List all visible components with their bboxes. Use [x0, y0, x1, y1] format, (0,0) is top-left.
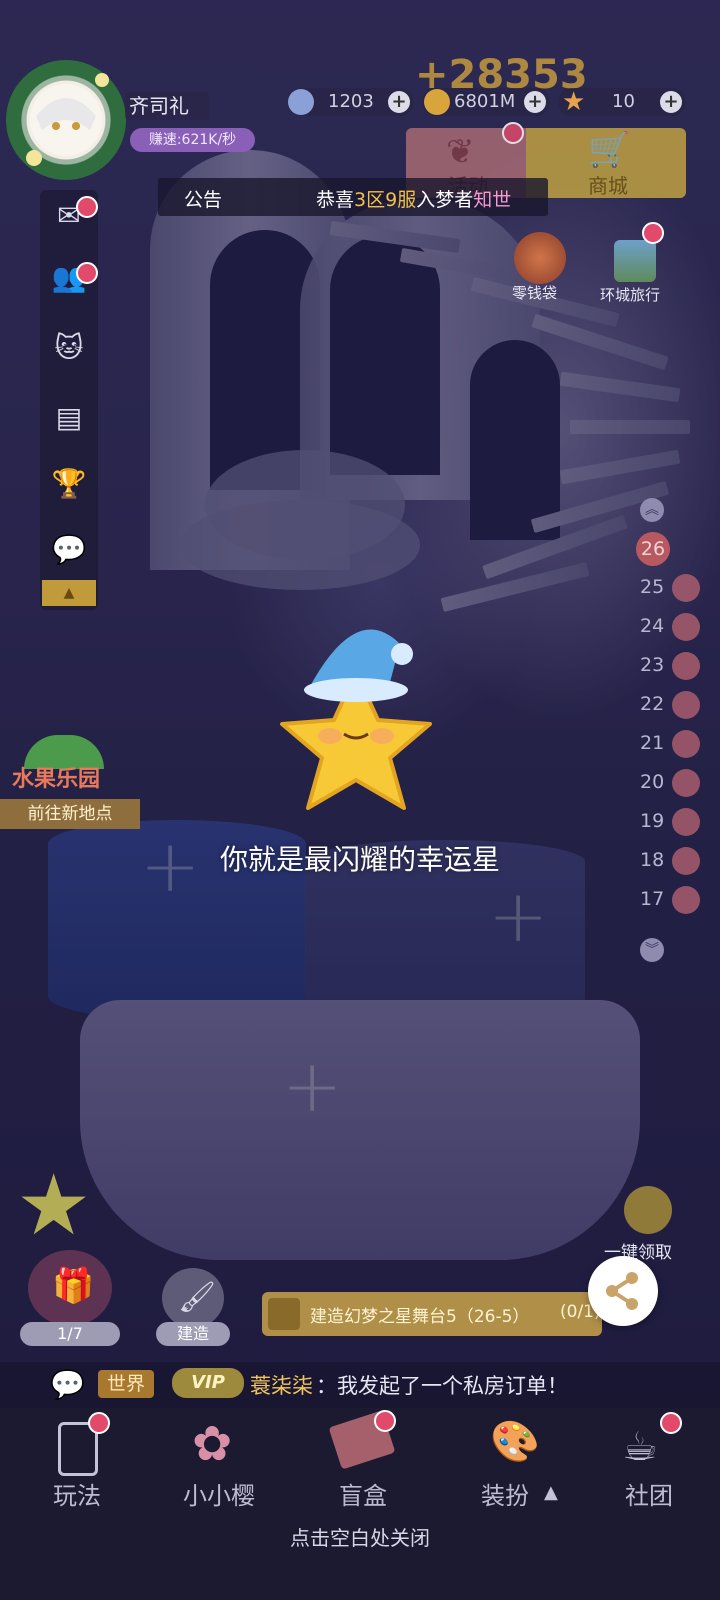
- dressup-icon: 🎨: [490, 1419, 540, 1465]
- trophy-icon[interactable]: 🏆: [49, 466, 89, 502]
- task-bar[interactable]: 建造幻梦之星舞台5（26-5） (0/1): [262, 1292, 602, 1336]
- floor-down-icon[interactable]: ︾: [640, 938, 664, 962]
- tab-gameplay[interactable]: 玩法: [22, 1410, 132, 1520]
- leaf-icon: ❦: [446, 132, 475, 172]
- tab-xiaoxiaoying[interactable]: ✿ 小小樱: [164, 1410, 274, 1520]
- floor-cake-icon: [672, 691, 700, 719]
- floor-cake-icon: [672, 730, 700, 758]
- star-counter: ★ 10 +: [558, 88, 686, 116]
- share-icon: [606, 1272, 638, 1310]
- pocket-money-button[interactable]: 零钱袋: [508, 232, 572, 304]
- notification-dot: [660, 1412, 682, 1434]
- notice-board-icon[interactable]: ▤: [49, 400, 89, 436]
- floor-cake-icon: [672, 574, 700, 602]
- collect-all-button[interactable]: [616, 1186, 686, 1236]
- notification-dot: [642, 222, 664, 244]
- add-coin-button[interactable]: +: [524, 91, 546, 113]
- coin-counter: 6801M +: [422, 88, 550, 116]
- coin-icon: [424, 89, 450, 115]
- shop-button[interactable]: 🛒 商城: [526, 128, 686, 198]
- tab-dressup[interactable]: 🎨 装扮 ▲: [456, 1410, 566, 1520]
- close-hint[interactable]: 点击空白处关闭: [0, 1522, 720, 1551]
- diamond-icon: [288, 89, 314, 115]
- floor-item[interactable]: 20: [640, 771, 664, 793]
- floor-item[interactable]: 25: [640, 576, 664, 598]
- city-travel-button[interactable]: 环城旅行: [600, 222, 670, 306]
- chevron-up-icon: ▲: [544, 1482, 558, 1503]
- floor-item[interactable]: 24: [640, 615, 664, 637]
- gift-button[interactable]: 🎁 1/7: [20, 1250, 120, 1346]
- announcement-bar[interactable]: 公告 恭喜3区9服入梦者知世: [158, 178, 548, 216]
- diamond-counter: 1203 +: [288, 88, 414, 116]
- pet-icon[interactable]: 🐱: [49, 330, 89, 366]
- notification-dot: [88, 1412, 110, 1434]
- add-diamond-button[interactable]: +: [388, 91, 410, 113]
- wechat-icon[interactable]: 💬: [49, 532, 89, 568]
- gift-icon: 🎁: [52, 1266, 95, 1306]
- floor-item[interactable]: 17: [640, 888, 664, 910]
- left-sidebar: ✉ 👥 🐱 ▤ 🏆 💬 ▲: [40, 190, 98, 610]
- lucky-star-icon: [268, 620, 444, 820]
- fruit-park-button[interactable]: 水果乐园 前往新地点: [0, 735, 140, 835]
- notification-dot: [76, 196, 98, 218]
- travel-icon: [614, 240, 656, 282]
- floor-cake-icon: [672, 886, 700, 914]
- floor-item[interactable]: 21: [640, 732, 664, 754]
- tab-blind-box[interactable]: 盲盒: [308, 1410, 418, 1520]
- teacup-icon: ☕: [622, 1424, 658, 1470]
- announcement-text: 恭喜3区9服入梦者知世: [316, 189, 512, 211]
- collapse-arrow-icon[interactable]: ▲: [42, 580, 96, 606]
- floor-cake-icon: [672, 652, 700, 680]
- floor-item[interactable]: 19: [640, 810, 664, 832]
- floor-item[interactable]: 23: [640, 654, 664, 676]
- tab-club[interactable]: ☕ 社团: [594, 1410, 704, 1520]
- player-name[interactable]: 齐司礼: [125, 92, 209, 120]
- gold-star-decoration-icon: ★: [16, 1156, 92, 1254]
- notification-dot: [374, 1410, 396, 1432]
- share-button[interactable]: [588, 1256, 658, 1326]
- floor-up-icon[interactable]: ︽: [640, 498, 664, 522]
- floor-item[interactable]: 22: [640, 693, 664, 715]
- notification-dot: [76, 262, 98, 284]
- add-star-button[interactable]: +: [660, 91, 682, 113]
- world-chat-bar[interactable]: 💬 世界 VIP 蓑柒柒 ：我发起了一个私房订单！: [0, 1362, 720, 1408]
- earn-rate: 赚速:621K/秒: [130, 128, 255, 152]
- current-floor[interactable]: 26: [636, 532, 670, 566]
- money-bag-icon: [514, 232, 566, 284]
- coin-pile-icon: [624, 1186, 672, 1234]
- floor-cake-icon: [672, 769, 700, 797]
- sakura-icon: ✿: [192, 1416, 233, 1472]
- build-button[interactable]: 🖌 建造: [156, 1268, 230, 1346]
- lucky-star-message: 你就是最闪耀的幸运星: [219, 843, 500, 876]
- paint-roller-icon: 🖌: [178, 1280, 217, 1315]
- avatar[interactable]: [6, 60, 126, 180]
- star-icon: ★: [562, 87, 586, 117]
- floor-cake-icon: [672, 808, 700, 836]
- vip-badge: VIP: [172, 1368, 244, 1398]
- notification-dot: [502, 122, 524, 144]
- task-icon: [268, 1298, 300, 1330]
- floor-cake-icon: [672, 613, 700, 641]
- cart-icon: 🛒: [588, 130, 631, 170]
- announcement-label: 公告: [184, 189, 223, 211]
- chat-icon: 💬: [50, 1368, 85, 1401]
